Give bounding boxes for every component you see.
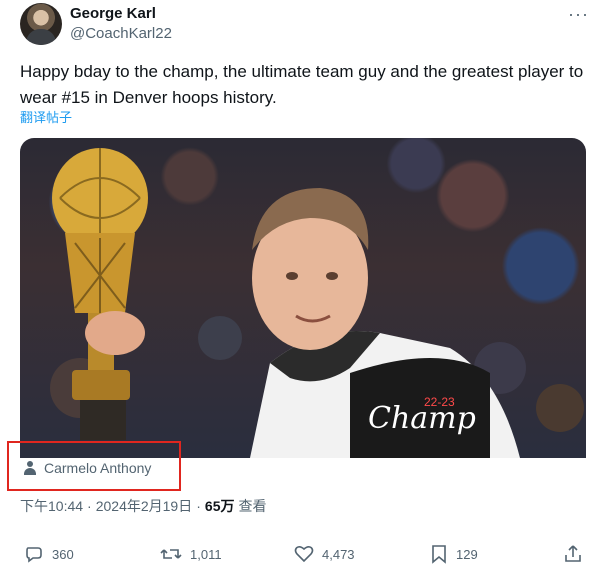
- repost-count: 1,011: [190, 546, 222, 562]
- tweet: George Karl @CoachKarl22 ··· Happy bday …: [0, 0, 604, 576]
- reply-icon: [26, 547, 42, 563]
- action-bar: 360 1,011 4,473 129: [0, 540, 604, 570]
- hat-year: 22-23: [424, 395, 455, 409]
- share-button[interactable]: [564, 544, 590, 564]
- player-hand: [85, 311, 145, 355]
- trophy-base: [72, 370, 130, 400]
- person-icon: [24, 461, 36, 475]
- player-eye: [286, 272, 298, 280]
- like-count: 4,473: [322, 546, 355, 562]
- player-eye: [326, 272, 338, 280]
- crowd-person: [536, 384, 584, 432]
- views-count: 65万: [204, 498, 235, 514]
- heart-icon: [294, 545, 314, 563]
- author-name[interactable]: George Karl: [70, 5, 156, 23]
- like-button[interactable]: 4,473: [294, 544, 355, 564]
- meta-separator: ·: [196, 498, 201, 514]
- repost-button[interactable]: 1,011: [160, 544, 222, 564]
- tagged-user-name: Carmelo Anthony: [44, 460, 152, 476]
- meta-separator: ·: [87, 498, 92, 514]
- trophy-pedestal: [80, 400, 126, 440]
- hat-text: Champ: [368, 401, 476, 436]
- tweet-meta: 下午10:44 · 2024年2月19日 · 65万 查看: [20, 496, 266, 516]
- bookmark-count: 129: [456, 546, 478, 562]
- bookmark-button[interactable]: 129: [430, 544, 478, 564]
- tweet-date[interactable]: 2024年2月19日: [96, 496, 193, 516]
- author-handle[interactable]: @CoachKarl22: [70, 25, 172, 43]
- tagged-user[interactable]: Carmelo Anthony: [24, 458, 151, 478]
- photo-illustration: Champ 22-23: [50, 148, 584, 458]
- tweet-photo[interactable]: Champ 22-23: [20, 138, 586, 458]
- more-icon[interactable]: ···: [568, 4, 589, 25]
- translate-link[interactable]: 翻译帖子: [20, 107, 72, 126]
- repost-icon: [160, 549, 182, 559]
- bookmark-icon: [432, 545, 446, 564]
- tweet-text: Happy bday to the champ, the ultimate te…: [20, 62, 584, 107]
- reply-count: 360: [52, 546, 74, 562]
- views-label: 查看: [238, 498, 267, 514]
- share-icon: [565, 545, 581, 562]
- tweet-time[interactable]: 下午10:44: [20, 496, 83, 516]
- reply-button[interactable]: 360: [24, 544, 74, 564]
- crowd-person: [198, 316, 242, 360]
- avatar[interactable]: [20, 3, 62, 45]
